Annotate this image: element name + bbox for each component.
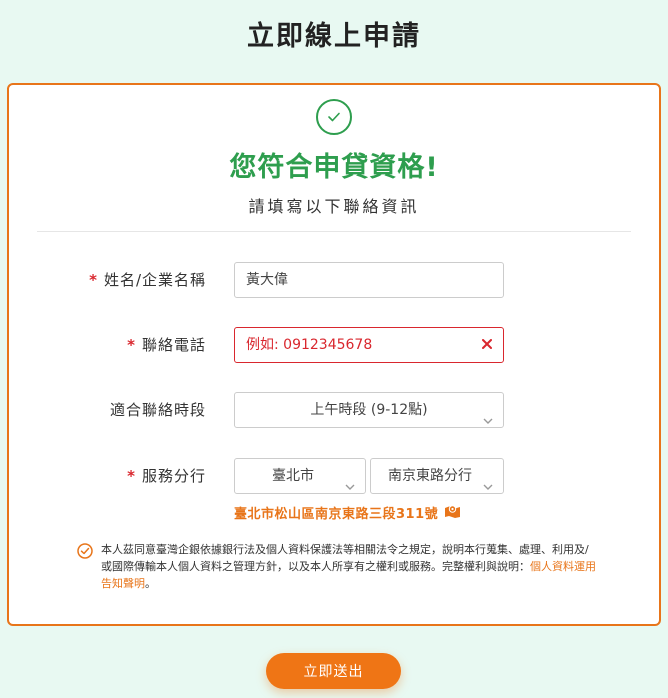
section-divider (37, 231, 631, 232)
branch-address[interactable]: 臺北市松山區南京東路三段311號 (234, 503, 461, 522)
name-input[interactable]: 黃大偉 (234, 262, 504, 298)
contact-time-selected: 上午時段 (9-12點) (310, 402, 428, 418)
city-select[interactable]: 臺北市 (234, 458, 366, 494)
branch-address-text: 臺北市松山區南京東路三段311號 (234, 507, 439, 522)
phone-input-placeholder: 例如: 0912345678 (246, 337, 373, 353)
phone-label-text: 聯絡電話 (141, 336, 206, 354)
contact-time-select[interactable]: 上午時段 (9-12點) (234, 392, 504, 428)
chevron-down-icon (345, 471, 355, 490)
name-input-value: 黃大偉 (246, 272, 288, 288)
consent-end: 。 (145, 577, 156, 590)
map-icon[interactable] (444, 504, 461, 522)
clear-error-icon[interactable] (482, 328, 492, 362)
success-check-icon (316, 99, 352, 135)
required-mark: * (127, 336, 136, 354)
branch-label-text: 服務分行 (141, 467, 206, 485)
name-label-text: 姓名/企業名稱 (103, 271, 206, 289)
branch-selected: 南京東路分行 (388, 468, 472, 484)
name-label: * 姓名/企業名稱 (9, 262, 206, 298)
submit-button[interactable]: 立即送出 (266, 653, 401, 689)
privacy-consent: 本人茲同意臺灣企銀依據銀行法及個人資料保護法等相關法令之規定，說明本行蒐集、處理… (77, 541, 597, 592)
chevron-down-icon (483, 405, 493, 424)
eligibility-subhead: 請填寫以下聯絡資訊 (248, 197, 420, 216)
phone-label: * 聯絡電話 (9, 327, 206, 363)
chevron-down-icon (483, 471, 493, 490)
branch-select[interactable]: 南京東路分行 (370, 458, 504, 494)
page-title: 立即線上申請 (247, 21, 421, 52)
required-mark: * (127, 467, 136, 485)
city-selected: 臺北市 (272, 468, 314, 484)
consent-body: 本人茲同意臺灣企銀依據銀行法及個人資料保護法等相關法令之規定，說明本行蒐集、處理… (101, 543, 589, 573)
contact-time-label: 適合聯絡時段 (109, 401, 206, 419)
application-card: 您符合申貸資格! 請填寫以下聯絡資訊 * 姓名/企業名稱 黃大偉 * 聯絡電話 例如… (7, 83, 661, 626)
eligibility-headline: 您符合申貸資格! (229, 152, 439, 183)
consent-text: 本人茲同意臺灣企銀依據銀行法及個人資料保護法等相關法令之規定，說明本行蒐集、處理… (101, 541, 597, 592)
phone-input[interactable]: 例如: 0912345678 (234, 327, 504, 363)
required-mark: * (89, 271, 98, 289)
branch-label: * 服務分行 (9, 458, 206, 494)
consent-check-icon[interactable] (77, 543, 93, 559)
